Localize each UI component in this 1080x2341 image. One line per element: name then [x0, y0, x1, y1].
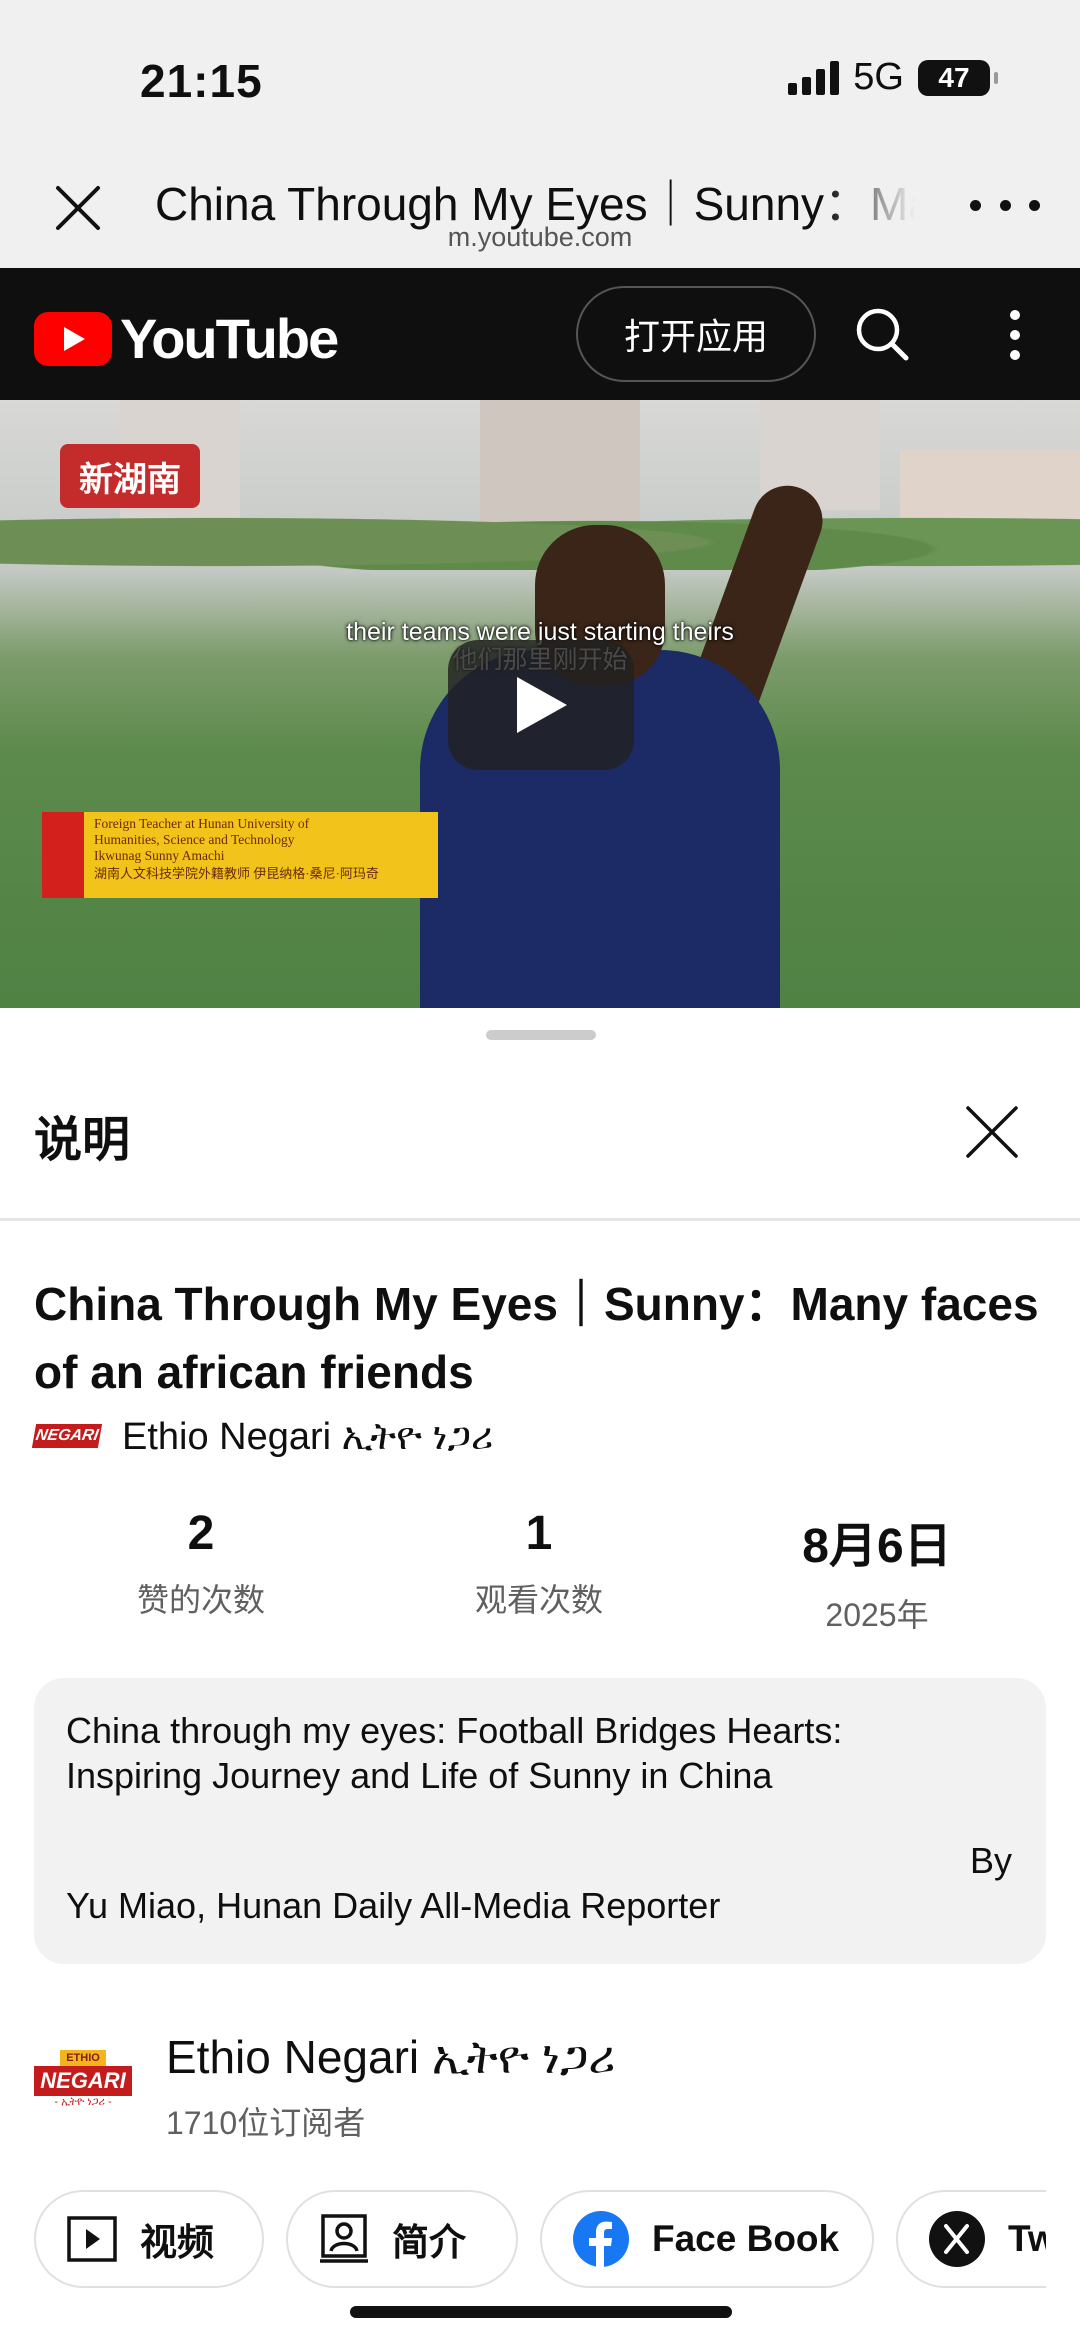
video-stats: 2 赞的次数 1 观看次数 8月6日 2025年 — [0, 1506, 1080, 1636]
stat-date: 8月6日 2025年 — [708, 1506, 1046, 1636]
caption-line: 湖南人文科技学院外籍教师 伊昆纳格·桑尼·阿玛奇 — [94, 866, 379, 881]
status-indicators: 5G 47 — [788, 56, 998, 99]
description-line: Inspiring Journey and Life of Sunny in C… — [66, 1755, 773, 1796]
channel-row[interactable]: NEGARI Ethio Negari ኢትዮ ነጋሪ — [31, 1416, 494, 1459]
video-title: China Through My Eyes｜Sunny：Many faces o… — [34, 1278, 1039, 1398]
caption-line: Ikwunag Sunny Amachi — [94, 848, 225, 863]
sheet-grabber[interactable] — [486, 1030, 596, 1040]
divider — [0, 1218, 1080, 1221]
description-box[interactable]: China through my eyes: Football Bridges … — [34, 1678, 1046, 1964]
channel-logo-subtext: - ኢትዮ ነጋሪ - — [54, 2096, 112, 2108]
description-by: By — [969, 1840, 1012, 1881]
home-indicator[interactable] — [350, 2306, 732, 2318]
channel-logo: NEGARI — [31, 1417, 103, 1458]
battery-icon: 47 — [918, 59, 998, 96]
video-player[interactable]: 新湖南 Foreign Teacher at Hunan University … — [0, 400, 1080, 1008]
close-icon[interactable] — [960, 1100, 1024, 1164]
channel-logo-tag: ETHIO — [60, 2050, 106, 2066]
description-sheet: 说明 China Through My Eyes｜Sunny：Many face… — [0, 1008, 1080, 2341]
browser-chrome: 21:15 5G 47 China Through My Eyes｜Sunny：… — [0, 0, 1080, 268]
subscriber-count: 1710位订阅者 — [166, 2105, 366, 2141]
channel-name: Ethio Negari ኢትዮ ነጋሪ — [166, 2031, 616, 2083]
chip-facebook[interactable]: Face Book — [540, 2190, 874, 2288]
stat-value: 8月6日 — [802, 1520, 952, 1573]
youtube-logo[interactable]: YouTube — [34, 306, 339, 371]
youtube-wordmark: YouTube — [120, 307, 339, 370]
open-app-button[interactable]: 打开应用 — [576, 286, 816, 382]
stat-label: 2025年 — [825, 1597, 929, 1633]
channel-watermark: 新湖南 — [60, 444, 200, 508]
signal-icon — [788, 60, 840, 95]
page-url: m.youtube.com — [447, 222, 633, 252]
stat-label: 赞的次数 — [136, 1582, 265, 1618]
status-time: 21:15 — [140, 55, 263, 107]
lower-third-caption: Foreign Teacher at Hunan University of H… — [42, 812, 438, 898]
description-line: China through my eyes: Football Bridges … — [66, 1710, 843, 1751]
youtube-header: YouTube 打开应用 — [0, 268, 1080, 400]
video-icon — [67, 2216, 117, 2262]
sheet-title: 说明 — [34, 1114, 131, 1167]
overflow-menu-icon[interactable] — [1000, 310, 1030, 360]
chip-label: Tw — [1008, 2218, 1046, 2259]
channel-name: Ethio Negari ኢትዮ ነጋሪ — [122, 1416, 494, 1458]
play-icon — [517, 677, 567, 733]
chip-label: Face Book — [652, 2218, 840, 2259]
chip-twitter[interactable]: Tw — [896, 2190, 1046, 2288]
caption-line: Foreign Teacher at Hunan University of — [94, 816, 310, 831]
chip-label: 简介 — [392, 2222, 466, 2263]
network-type: 5G — [853, 56, 904, 98]
channel-logo-wordmark: NEGARI — [31, 1423, 103, 1448]
youtube-play-icon — [34, 311, 112, 366]
caption-line: Humanities, Science and Technology — [94, 832, 295, 847]
channel-logo-wordmark: NEGARI — [34, 2066, 132, 2096]
x-twitter-icon — [929, 2211, 985, 2267]
chip-label: 视频 — [140, 2222, 214, 2263]
chip-videos[interactable]: 视频 — [34, 2190, 264, 2288]
stat-label: 观看次数 — [474, 1582, 603, 1618]
stat-value: 1 — [525, 1507, 553, 1560]
profile-icon — [320, 2214, 368, 2263]
more-options-icon[interactable] — [970, 190, 1040, 220]
channel-block[interactable]: ETHIO NEGARI - ኢትዮ ነጋሪ - Ethio Negari ኢት… — [34, 2028, 1046, 2148]
play-button[interactable] — [448, 640, 634, 770]
stat-likes: 2 赞的次数 — [32, 1506, 370, 1636]
search-icon[interactable] — [852, 304, 912, 364]
battery-level: 47 — [938, 61, 970, 93]
stat-value: 2 — [187, 1507, 215, 1560]
channel-avatar: ETHIO NEGARI - ኢትዮ ነጋሪ - — [34, 2050, 132, 2110]
stat-views: 1 观看次数 — [370, 1506, 708, 1636]
facebook-icon — [573, 2211, 629, 2268]
channel-links: 视频 简介 Face Book Tw — [34, 2190, 1046, 2290]
description-reporter: Yu Miao, Hunan Daily All-Media Reporter — [66, 1885, 721, 1926]
chip-about[interactable]: 简介 — [286, 2190, 518, 2288]
